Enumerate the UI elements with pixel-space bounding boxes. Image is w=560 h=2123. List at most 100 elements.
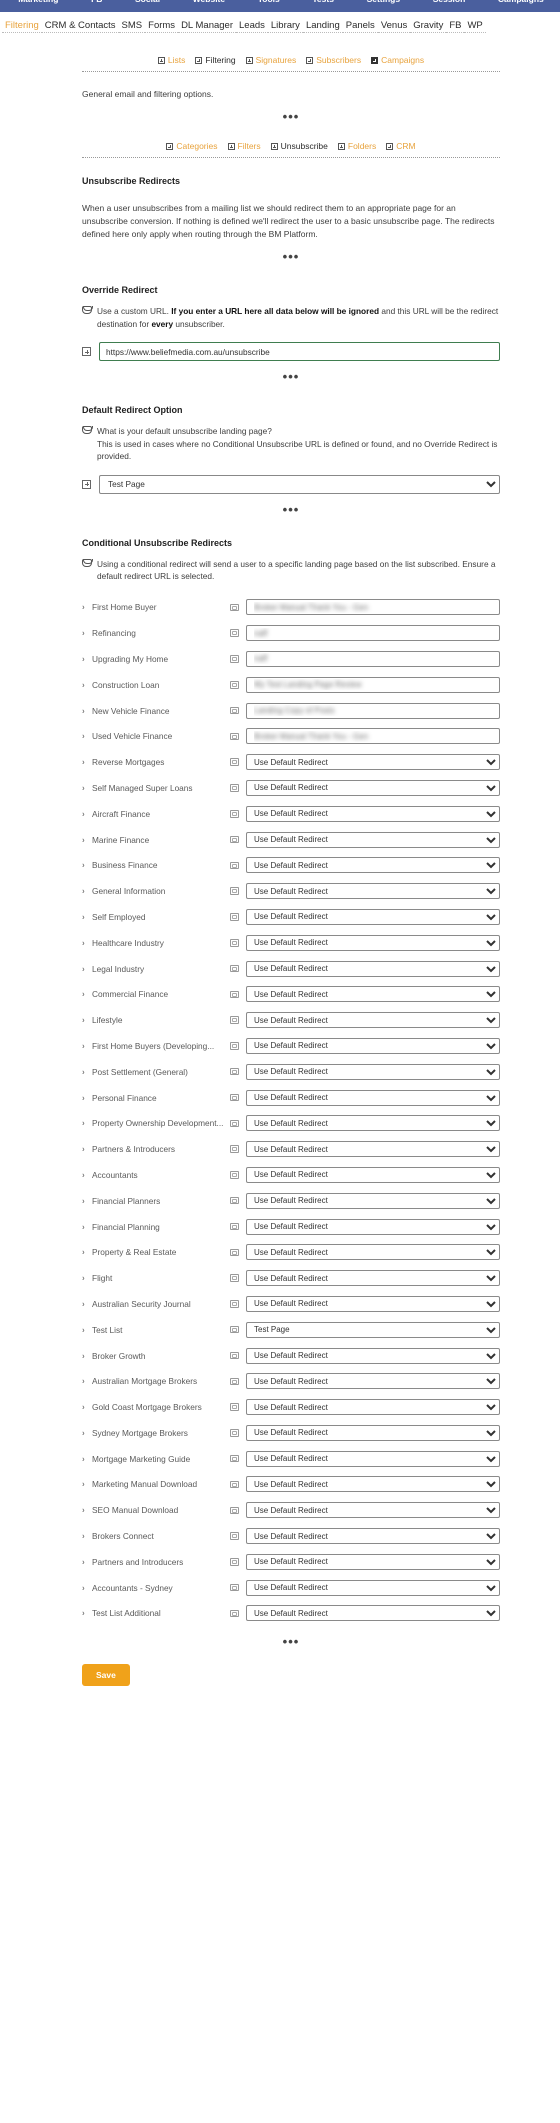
conditional-redirect-select[interactable]: Use Default Redirect xyxy=(246,805,500,822)
conditional-redirect-select[interactable]: Use Default Redirect xyxy=(246,1424,500,1441)
default-redirect-select[interactable]: Test PageUse Default Redirect xyxy=(99,474,500,494)
conditional-redirect-select[interactable]: Use Default Redirect xyxy=(246,1579,500,1596)
window-icon[interactable] xyxy=(230,1325,239,1334)
module-link-filtering[interactable]: Filtering xyxy=(195,55,236,65)
window-icon[interactable] xyxy=(230,939,239,947)
window-icon[interactable] xyxy=(230,1274,239,1282)
secondary-nav-item-library[interactable]: Library xyxy=(267,19,303,33)
secondary-nav-item-wp[interactable]: WP xyxy=(464,19,486,33)
conditional-redirect-select[interactable]: Use Default Redirect xyxy=(246,1528,500,1545)
window-icon[interactable] xyxy=(230,861,239,870)
window-icon[interactable] xyxy=(230,913,239,921)
conditional-redirect-select[interactable]: Use Default Redirect xyxy=(246,908,500,925)
primary-nav-item-website[interactable]: Website xyxy=(176,0,241,4)
window-icon[interactable] xyxy=(230,1609,239,1618)
override-redirect-url-input[interactable] xyxy=(99,342,500,361)
window-icon[interactable] xyxy=(230,1532,239,1540)
primary-nav-item-tests[interactable]: Tests xyxy=(296,0,350,4)
conditional-redirect-select[interactable]: Use Default Redirect xyxy=(246,1192,500,1209)
primary-nav-item-settings[interactable]: Settings xyxy=(350,0,416,4)
conditional-redirect-select[interactable]: Use Default Redirect xyxy=(246,1450,500,1467)
window-icon[interactable] xyxy=(230,1042,239,1050)
window-icon[interactable] xyxy=(230,1119,239,1128)
window-icon[interactable] xyxy=(230,1300,239,1308)
window-icon[interactable] xyxy=(230,810,239,818)
secondary-nav-item-venus[interactable]: Venus xyxy=(377,19,411,33)
window-icon[interactable] xyxy=(230,990,239,999)
conditional-redirect-select[interactable]: naffUse Default Redirect xyxy=(246,625,500,642)
module-links-row-1[interactable]: Lists Filtering Signatures Subscribers Campa… xyxy=(82,41,500,69)
secondary-nav-item-forms[interactable]: Forms xyxy=(145,19,179,33)
conditional-redirect-select[interactable]: Use Default Redirect xyxy=(246,1399,500,1416)
conditional-redirect-select[interactable]: Use Default Redirect xyxy=(246,1605,500,1622)
window-icon[interactable] xyxy=(230,887,239,895)
window-icon[interactable] xyxy=(230,655,239,663)
conditional-redirect-select[interactable]: Use Default Redirect xyxy=(246,883,500,900)
secondary-nav-item-fb[interactable]: FB xyxy=(446,19,465,33)
secondary-nav-item-landing[interactable]: Landing xyxy=(302,19,343,33)
window-icon[interactable] xyxy=(230,1171,239,1179)
window-icon[interactable] xyxy=(230,1222,239,1231)
window-icon[interactable] xyxy=(230,1403,239,1411)
window-icon[interactable] xyxy=(230,1145,239,1153)
conditional-redirect-select[interactable]: Use Default Redirect xyxy=(246,754,500,771)
primary-nav-item-social[interactable]: Social xyxy=(119,0,177,4)
secondary-nav-item-sms[interactable]: SMS xyxy=(118,19,146,33)
module-link-lists[interactable]: Lists xyxy=(157,55,185,65)
window-icon[interactable] xyxy=(230,1351,239,1360)
conditional-redirect-select[interactable]: Use Default Redirect xyxy=(246,1295,500,1312)
conditional-redirect-select[interactable]: Broker Manual Thank You - GenUse Default… xyxy=(246,728,500,745)
window-icon[interactable] xyxy=(230,1377,239,1386)
window-icon[interactable] xyxy=(230,784,239,792)
conditional-redirect-select[interactable]: Use Default Redirect xyxy=(246,1063,500,1080)
window-icon[interactable] xyxy=(230,835,239,844)
window-icon[interactable] xyxy=(230,706,239,715)
module-link-filters[interactable]: Filters xyxy=(227,141,261,151)
conditional-redirect-select[interactable]: My Test Landing Page ReviewUse Default R… xyxy=(246,676,500,693)
conditional-redirect-select[interactable]: Use Default Redirect xyxy=(246,1244,500,1261)
module-link-campaigns[interactable]: Campaigns xyxy=(371,55,424,65)
primary-navbar[interactable]: MarketingFBSocialWebsiteToolsTestsSettin… xyxy=(0,0,560,12)
module-links-row-2[interactable]: Categories Filters Unsubscribe Folders CRM xyxy=(82,127,500,155)
window-icon[interactable] xyxy=(230,1454,239,1463)
module-link-unsubscribe[interactable]: Unsubscribe xyxy=(270,141,328,151)
conditional-redirect-select[interactable]: Use Default Redirect xyxy=(246,1476,500,1493)
conditional-redirect-select[interactable]: Use Default Redirect xyxy=(246,1218,500,1235)
conditional-redirect-select[interactable]: Use Default Redirect xyxy=(246,1012,500,1029)
primary-nav-item-tools[interactable]: Tools xyxy=(241,0,296,4)
conditional-redirect-select[interactable]: Use Default Redirect xyxy=(246,831,500,848)
conditional-redirect-select[interactable]: Use Default Redirect xyxy=(246,1347,500,1364)
secondary-nav-item-panels[interactable]: Panels xyxy=(342,19,378,33)
window-icon[interactable] xyxy=(230,681,239,689)
window-icon[interactable] xyxy=(230,732,239,741)
module-link-subscribers[interactable]: Subscribers xyxy=(306,55,361,65)
secondary-nav-item-filtering[interactable]: Filtering xyxy=(2,19,42,33)
conditional-redirect-select[interactable]: Use Default Redirect xyxy=(246,1553,500,1570)
window-icon[interactable] xyxy=(230,1480,239,1489)
window-icon[interactable] xyxy=(230,758,239,766)
window-icon[interactable] xyxy=(230,964,239,973)
conditional-redirect-select[interactable]: Use Default Redirect xyxy=(246,1166,500,1183)
primary-nav-item-marketing[interactable]: Marketing xyxy=(2,0,75,4)
secondary-nav-item-crm-contacts[interactable]: CRM & Contacts xyxy=(41,19,119,33)
conditional-redirect-select[interactable]: Use Default Redirect xyxy=(246,1115,500,1132)
primary-nav-item-session[interactable]: Session xyxy=(416,0,481,4)
conditional-redirect-select[interactable]: Test PageUse Default Redirect xyxy=(246,1321,500,1338)
conditional-redirect-select[interactable]: Use Default Redirect xyxy=(246,779,500,796)
conditional-redirect-select[interactable]: Broker Manual Thank You - GenUse Default… xyxy=(246,599,500,616)
conditional-redirect-select[interactable]: Use Default Redirect xyxy=(246,1089,500,1106)
conditional-redirect-select[interactable]: Landing Copy of PostsUse Default Redirec… xyxy=(246,702,500,719)
secondary-nav-item-gravity[interactable]: Gravity xyxy=(410,19,447,33)
module-link-folders[interactable]: Folders xyxy=(337,141,376,151)
conditional-redirect-select[interactable]: Use Default Redirect xyxy=(246,1373,500,1390)
window-icon[interactable] xyxy=(230,1583,239,1592)
secondary-nav-item-leads[interactable]: Leads xyxy=(236,19,268,33)
conditional-redirect-select[interactable]: Use Default Redirect xyxy=(246,1037,500,1054)
window-icon[interactable] xyxy=(230,1506,239,1515)
window-icon[interactable] xyxy=(230,1067,239,1076)
conditional-redirect-select[interactable]: naffUse Default Redirect xyxy=(246,650,500,667)
conditional-redirect-select[interactable]: Use Default Redirect xyxy=(246,1502,500,1519)
window-icon[interactable] xyxy=(230,1196,239,1205)
conditional-redirect-select[interactable]: Use Default Redirect xyxy=(246,1141,500,1158)
window-icon[interactable] xyxy=(230,1429,239,1437)
